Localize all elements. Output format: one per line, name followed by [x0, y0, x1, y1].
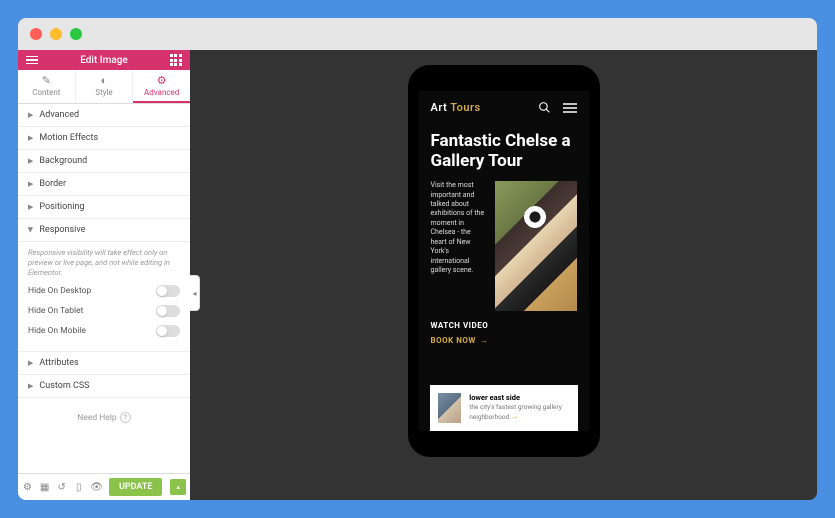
- menu-icon[interactable]: [26, 56, 38, 65]
- tab-style[interactable]: ◐ Style: [76, 70, 134, 103]
- card-image: [438, 393, 462, 423]
- help-text: Need Help: [77, 413, 116, 423]
- navigator-icon[interactable]: ▦: [39, 482, 50, 493]
- sidebar-title: Edit Image: [80, 55, 128, 66]
- section-positioning[interactable]: ▶ Positioning: [18, 196, 190, 219]
- chevron-right-icon: ▶: [28, 203, 33, 211]
- contrast-icon: ◐: [76, 75, 133, 86]
- search-icon[interactable]: [538, 101, 551, 114]
- hero-image[interactable]: [495, 181, 577, 311]
- hide-mobile-toggle[interactable]: [156, 325, 180, 337]
- window-titlebar: [18, 18, 817, 50]
- tab-advanced[interactable]: ⚙ Advanced: [133, 70, 190, 103]
- update-button[interactable]: UPDATE: [109, 478, 163, 496]
- book-label: BOOK NOW: [431, 336, 476, 345]
- section-motion-effects[interactable]: ▶ Motion Effects: [18, 127, 190, 150]
- editor-sidebar: Edit Image ✎ Content ◐ Style ⚙ Advanced ▶ Ad…: [18, 50, 190, 500]
- book-now-link[interactable]: BOOK NOW →: [431, 336, 577, 345]
- section-label: Positioning: [39, 202, 84, 212]
- editor-tabs: ✎ Content ◐ Style ⚙ Advanced: [18, 70, 190, 104]
- card-text: lower east side the city's fastest growi…: [469, 393, 569, 422]
- chevron-right-icon: ▶: [28, 180, 33, 188]
- hamburger-icon[interactable]: [563, 103, 577, 113]
- hero-description: Visit the most important and talked abou…: [431, 181, 487, 311]
- preview-icon[interactable]: 👁: [90, 482, 103, 493]
- card-title: lower east side: [469, 393, 569, 402]
- logo-text-a: Art: [431, 101, 448, 114]
- responsive-mode-icon[interactable]: ▯: [73, 482, 84, 493]
- chevron-right-icon: ▶: [28, 134, 33, 142]
- toggle-label: Hide On Desktop: [28, 286, 91, 296]
- sections-list: ▶ Advanced ▶ Motion Effects ▶ Background ▶ B…: [18, 104, 190, 473]
- chevron-right-icon: ▶: [28, 359, 33, 367]
- hero-title: Fantastic Chelse a Gallery Tour: [419, 124, 589, 181]
- tab-label: Advanced: [144, 88, 179, 97]
- chevron-right-icon: ▶: [28, 382, 33, 390]
- help-icon: ?: [120, 412, 131, 423]
- widgets-icon[interactable]: [170, 54, 182, 66]
- arrow-right-icon: →: [511, 412, 519, 421]
- sidebar-footer: ⚙ ▦ ↺ ▯ 👁 UPDATE ▴: [18, 473, 190, 500]
- responsive-note: Responsive visibility will take effect o…: [28, 248, 180, 277]
- need-help-link[interactable]: Need Help?: [18, 398, 190, 437]
- pencil-icon: ✎: [18, 75, 75, 86]
- site-logo[interactable]: Art Tours: [431, 101, 481, 114]
- update-options-button[interactable]: ▴: [170, 479, 186, 495]
- logo-text-b: Tours: [450, 101, 480, 114]
- site-header: Art Tours: [419, 91, 589, 124]
- content-row: Visit the most important and talked abou…: [419, 181, 589, 311]
- settings-icon[interactable]: ⚙: [22, 482, 33, 493]
- section-label: Border: [39, 179, 66, 189]
- close-window-button[interactable]: [30, 28, 42, 40]
- section-border[interactable]: ▶ Border: [18, 173, 190, 196]
- chevron-down-icon: ▶: [27, 227, 35, 232]
- sidebar-header: Edit Image: [18, 50, 190, 70]
- gear-icon: ⚙: [133, 75, 190, 86]
- toggle-row-mobile: Hide On Mobile: [28, 325, 180, 337]
- mobile-preview-frame: Art Tours Fantastic Chelse a Gallery Tou…: [408, 65, 600, 457]
- toggle-label: Hide On Tablet: [28, 306, 83, 316]
- arrow-right-icon: →: [480, 336, 489, 345]
- section-label: Responsive: [39, 225, 85, 235]
- watch-video-link[interactable]: WATCH VIDEO: [431, 321, 577, 330]
- preview-canvas: ◂ Art Tours Fantastic Chelse a Gallery T…: [190, 50, 817, 500]
- tab-label: Content: [32, 88, 60, 97]
- collapse-sidebar-handle[interactable]: ◂: [190, 275, 200, 311]
- mobile-screen: Art Tours Fantastic Chelse a Gallery Tou…: [419, 91, 589, 431]
- toggle-row-desktop: Hide On Desktop: [28, 285, 180, 297]
- tab-content[interactable]: ✎ Content: [18, 70, 76, 103]
- section-responsive[interactable]: ▶ Responsive: [18, 219, 190, 242]
- maximize-window-button[interactable]: [70, 28, 82, 40]
- toggle-label: Hide On Mobile: [28, 326, 86, 336]
- hide-desktop-toggle[interactable]: [156, 285, 180, 297]
- history-icon[interactable]: ↺: [56, 482, 67, 493]
- section-background[interactable]: ▶ Background: [18, 150, 190, 173]
- section-custom-css[interactable]: ▶ Custom CSS: [18, 375, 190, 398]
- app-window: Edit Image ✎ Content ◐ Style ⚙ Advanced ▶ Ad…: [18, 18, 817, 500]
- minimize-window-button[interactable]: [50, 28, 62, 40]
- hide-tablet-toggle[interactable]: [156, 305, 180, 317]
- section-label: Motion Effects: [39, 133, 98, 143]
- chevron-right-icon: ▶: [28, 157, 33, 165]
- section-label: Custom CSS: [39, 381, 89, 391]
- hero-actions: WATCH VIDEO BOOK NOW →: [419, 311, 589, 355]
- section-advanced[interactable]: ▶ Advanced: [18, 104, 190, 127]
- responsive-panel: Responsive visibility will take effect o…: [18, 242, 190, 352]
- feature-card[interactable]: lower east side the city's fastest growi…: [430, 385, 578, 431]
- chevron-right-icon: ▶: [28, 111, 33, 119]
- section-label: Advanced: [39, 110, 79, 120]
- section-attributes[interactable]: ▶ Attributes: [18, 352, 190, 375]
- tab-label: Style: [95, 88, 112, 97]
- section-label: Background: [39, 156, 87, 166]
- section-label: Attributes: [39, 358, 78, 368]
- toggle-row-tablet: Hide On Tablet: [28, 305, 180, 317]
